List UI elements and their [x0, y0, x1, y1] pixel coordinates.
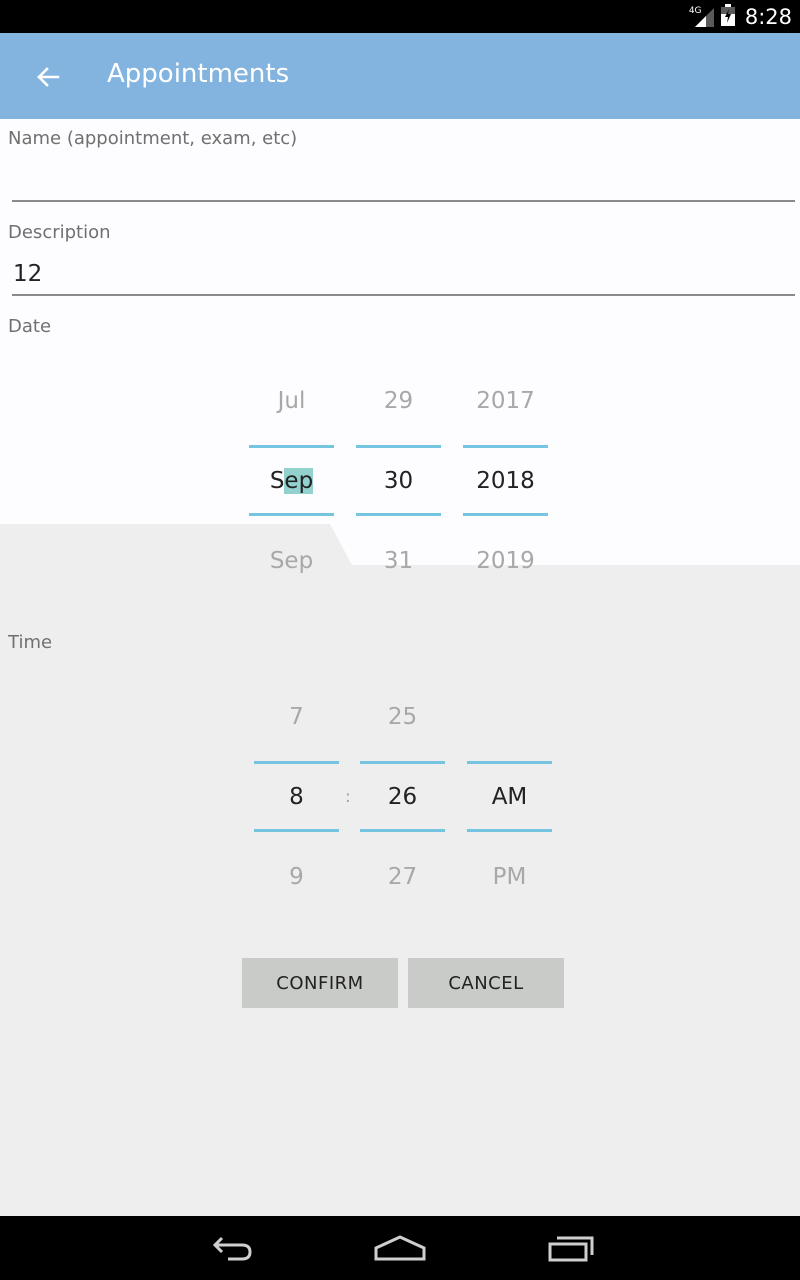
ampm-current[interactable]: AM — [467, 784, 552, 810]
nav-back-button[interactable] — [190, 1228, 270, 1268]
signal-icon: 4G — [689, 6, 715, 28]
day-current[interactable]: 30 — [356, 468, 441, 494]
year-current[interactable]: 2018 — [463, 468, 548, 494]
ampm-divider-top — [467, 761, 552, 764]
year-prev[interactable]: 2017 — [463, 388, 548, 414]
minute-picker[interactable]: 25 26 27 — [360, 696, 445, 896]
name-field[interactable] — [12, 160, 795, 200]
cancel-button[interactable]: CANCEL — [408, 958, 564, 1008]
month-divider-top — [249, 445, 334, 448]
year-divider-bottom — [463, 513, 548, 516]
nav-home-button[interactable] — [360, 1228, 440, 1268]
hour-current[interactable]: 8 — [254, 784, 339, 810]
name-field-underline — [12, 200, 795, 202]
back-button[interactable] — [24, 55, 72, 99]
hour-divider-top — [254, 761, 339, 764]
year-divider-top — [463, 445, 548, 448]
month-picker[interactable]: Jul Sep Sep — [249, 380, 334, 580]
ampm-next[interactable]: PM — [467, 864, 552, 890]
hour-picker[interactable]: 7 8 9 — [254, 696, 339, 896]
status-bar: 4G 8:28 — [0, 0, 800, 33]
time-separator: : — [345, 787, 351, 807]
arrow-left-icon — [37, 67, 60, 87]
day-picker[interactable]: 29 30 31 — [356, 380, 441, 580]
battery-icon — [720, 4, 735, 30]
month-next[interactable]: Sep — [249, 548, 334, 574]
year-picker[interactable]: 2017 2018 2019 — [463, 380, 548, 580]
month-text-selection: ep — [284, 468, 314, 494]
month-prev[interactable]: Jul — [249, 388, 334, 414]
description-field-value: 12 — [13, 261, 43, 287]
ampm-divider-bottom — [467, 829, 552, 832]
description-field-underline — [12, 294, 795, 296]
day-prev[interactable]: 29 — [356, 388, 441, 414]
system-nav-bar — [0, 1216, 800, 1280]
day-divider-bottom — [356, 513, 441, 516]
page-title: Appointments — [107, 59, 290, 89]
nav-recents-icon — [548, 1236, 594, 1262]
day-divider-top — [356, 445, 441, 448]
hour-prev[interactable]: 7 — [254, 704, 339, 730]
day-next[interactable]: 31 — [356, 548, 441, 574]
month-current-start: S — [269, 468, 285, 494]
minute-prev[interactable]: 25 — [360, 704, 445, 730]
app-bar: Appointments — [0, 33, 800, 119]
status-clock: 8:28 — [744, 5, 792, 29]
ampm-picker[interactable]: AM PM — [467, 696, 552, 896]
confirm-button[interactable]: CONFIRM — [242, 958, 398, 1008]
network-type-label: 4G — [688, 6, 702, 16]
minute-next[interactable]: 27 — [360, 864, 445, 890]
description-field-label: Description — [8, 222, 111, 243]
month-divider-bottom — [249, 513, 334, 516]
nav-back-icon — [212, 1236, 252, 1261]
status-icons: 4G 8:28 — [689, 4, 792, 30]
date-label: Date — [8, 316, 52, 337]
minute-divider-top — [360, 761, 445, 764]
time-label: Time — [8, 632, 53, 653]
month-current[interactable]: Sep — [249, 468, 334, 494]
nav-recents-button[interactable] — [531, 1228, 611, 1268]
description-field[interactable]: 12 — [12, 254, 795, 294]
name-field-label: Name (appointment, exam, etc) — [8, 128, 298, 149]
nav-home-icon — [374, 1235, 426, 1261]
minute-current[interactable]: 26 — [360, 784, 445, 810]
year-next[interactable]: 2019 — [463, 548, 548, 574]
hour-divider-bottom — [254, 829, 339, 832]
hour-next[interactable]: 9 — [254, 864, 339, 890]
minute-divider-bottom — [360, 829, 445, 832]
